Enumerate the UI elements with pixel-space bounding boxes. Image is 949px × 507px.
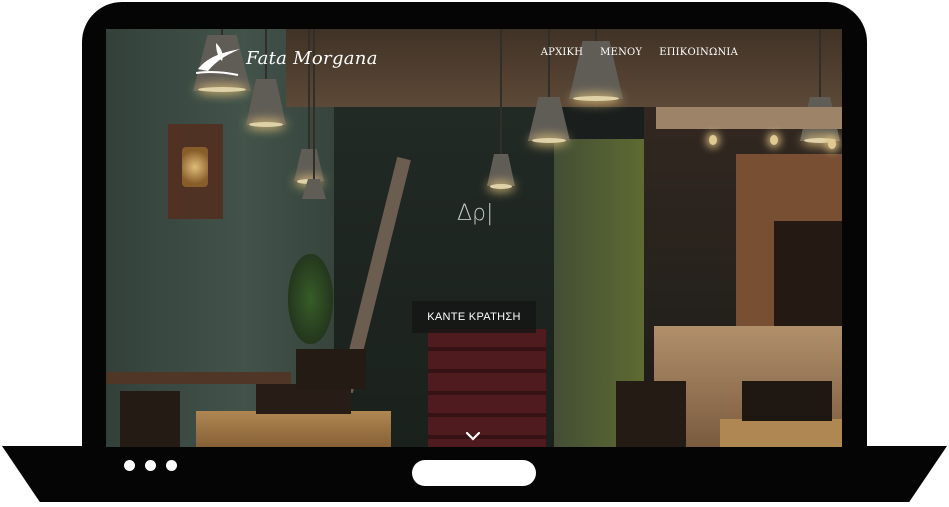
- nav-link-home[interactable]: ΑΡΧΙΚΗ: [541, 47, 583, 58]
- site-logo-text: Fata Morgana: [246, 47, 378, 69]
- hero-background-photo: [106, 29, 842, 447]
- main-navigation: ΑΡΧΙΚΗ ΜΕΝΟΥ ΕΠΙΚΟΙΝΩΝΙΑ: [541, 47, 738, 58]
- make-reservation-button[interactable]: ΚΑΝΤΕ ΚΡΑΤΗΣΗ: [412, 301, 536, 333]
- hero-typing-text: Δρ|: [457, 201, 494, 226]
- indicator-dot: [145, 460, 156, 471]
- nav-link-contact[interactable]: ΕΠΙΚΟΙΝΩΝΙΑ: [659, 47, 738, 58]
- bird-logo-icon: [195, 43, 240, 76]
- indicator-dot: [124, 460, 135, 471]
- site-logo[interactable]: Fata Morgana: [194, 39, 378, 77]
- indicator-dot: [166, 460, 177, 471]
- trackpad: [412, 460, 536, 486]
- nav-link-menu[interactable]: ΜΕΝΟΥ: [600, 47, 642, 58]
- chevron-down-icon[interactable]: [465, 431, 481, 441]
- browser-screen: Fata Morgana ΑΡΧΙΚΗ ΜΕΝΟΥ ΕΠΙΚΟΙΝΩΝΙΑ Δρ…: [106, 29, 842, 447]
